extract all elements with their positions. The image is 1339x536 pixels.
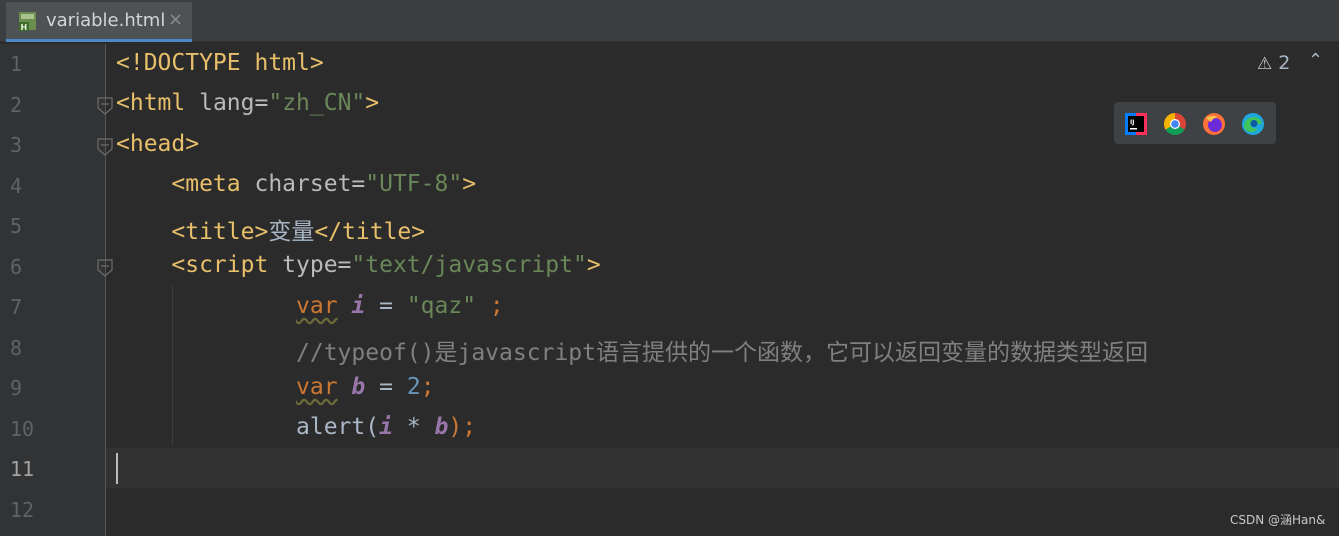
tag-open: <meta bbox=[171, 171, 255, 197]
line-number: 4 bbox=[10, 174, 23, 198]
code-line-8[interactable]: //typeof()是javascript语言提供的一个函数，它可以返回变量的数… bbox=[116, 333, 1148, 367]
tag-open: <script bbox=[171, 252, 283, 278]
tag-close: > bbox=[586, 252, 601, 278]
title-text: 变量 bbox=[268, 219, 315, 245]
warning-count: 2 bbox=[1278, 52, 1291, 74]
current-line-highlight bbox=[106, 448, 1339, 488]
number-literal: 2 bbox=[406, 374, 421, 400]
line-number: 9 bbox=[10, 376, 23, 400]
fold-marker-icon[interactable] bbox=[96, 97, 114, 115]
line-number: 6 bbox=[10, 255, 23, 279]
attr-name: charset= bbox=[254, 171, 366, 197]
head-tag: <head> bbox=[116, 131, 200, 157]
variable-i: i bbox=[351, 293, 366, 319]
tag-close: > bbox=[365, 90, 380, 116]
variable-b: b bbox=[434, 414, 449, 440]
chevron-up-icon[interactable]: ⌃ bbox=[1308, 50, 1323, 71]
semicolon: ; bbox=[476, 293, 504, 319]
attr-value: "text/javascript" bbox=[351, 252, 587, 278]
attr-name: lang= bbox=[199, 90, 269, 116]
warning-icon: ⚠ bbox=[1257, 54, 1273, 74]
keyword-var: var bbox=[296, 374, 338, 400]
tab-filename: variable.html bbox=[46, 10, 166, 31]
line-number: 7 bbox=[10, 295, 23, 319]
line-number: 12 bbox=[10, 498, 35, 522]
code-line-3[interactable]: <head> bbox=[116, 131, 199, 157]
svg-text:H: H bbox=[21, 23, 28, 32]
variable-i: i bbox=[379, 414, 393, 440]
tag-close: > bbox=[462, 171, 477, 197]
string-literal: "qaz" bbox=[406, 293, 477, 319]
closing-paren: ); bbox=[448, 414, 477, 440]
line-number: 2 bbox=[10, 93, 23, 117]
code-line-5[interactable]: <title>变量</title> bbox=[116, 212, 425, 246]
firefox-icon[interactable] bbox=[1202, 112, 1226, 136]
comment: //typeof()是javascript语言提供的一个函数，它可以返回变量的数… bbox=[296, 340, 1148, 366]
line-number: 10 bbox=[10, 417, 35, 441]
operator: * bbox=[392, 414, 435, 440]
code-line-7[interactable]: var i = "qaz" ; bbox=[116, 293, 504, 319]
edge-icon[interactable] bbox=[1241, 112, 1265, 136]
fold-marker-icon[interactable] bbox=[96, 259, 114, 277]
code-line-9[interactable]: var b = 2; bbox=[116, 374, 435, 400]
variable-b: b bbox=[351, 374, 366, 400]
tag-open: <title> bbox=[171, 219, 269, 245]
intellij-icon[interactable]: IJ bbox=[1124, 112, 1148, 136]
chrome-icon[interactable] bbox=[1163, 112, 1187, 136]
svg-text:IJ: IJ bbox=[1130, 119, 1134, 126]
operator: = bbox=[365, 374, 407, 400]
semicolon: ; bbox=[420, 374, 435, 400]
tag-open: <html bbox=[116, 90, 200, 116]
code-line-2[interactable]: <html lang="zh_CN"> bbox=[116, 90, 379, 116]
line-number: 5 bbox=[10, 214, 23, 238]
tag-close: </title> bbox=[314, 219, 426, 245]
line-number-gutter: 1 2 3 4 5 6 7 8 9 10 11 12 bbox=[0, 44, 106, 536]
fold-marker-icon[interactable] bbox=[96, 138, 114, 156]
watermark: CSDN @涵Han& bbox=[1230, 513, 1326, 527]
line-number: 8 bbox=[10, 336, 23, 360]
attr-value: "zh_CN" bbox=[268, 90, 366, 116]
tab-variable-html[interactable]: H variable.html × bbox=[6, 2, 192, 42]
line-number-active: 11 bbox=[10, 457, 35, 481]
line-number: 3 bbox=[10, 133, 23, 157]
doctype-tag: <!DOCTYPE html> bbox=[116, 50, 324, 76]
inspection-widget[interactable]: ⚠ 2 bbox=[1257, 52, 1290, 74]
editor-tab-bar: H variable.html × bbox=[0, 0, 1339, 42]
attr-name: type= bbox=[282, 252, 352, 278]
tab-close-icon[interactable]: × bbox=[168, 9, 183, 30]
operator: = bbox=[365, 293, 407, 319]
html-file-icon: H bbox=[19, 12, 36, 32]
text-caret bbox=[116, 453, 118, 484]
code-line-6[interactable]: <script type="text/javascript"> bbox=[116, 252, 601, 278]
function-call: alert( bbox=[296, 414, 380, 440]
code-line-1[interactable]: <!DOCTYPE html> bbox=[116, 50, 324, 76]
line-number: 1 bbox=[10, 52, 23, 76]
keyword-var: var bbox=[296, 293, 338, 319]
browser-popup: IJ bbox=[1114, 102, 1276, 144]
attr-value: "UTF-8" bbox=[365, 171, 463, 197]
code-line-4[interactable]: <meta charset="UTF-8"> bbox=[116, 171, 476, 197]
code-line-10[interactable]: alert(i * b); bbox=[116, 414, 476, 440]
